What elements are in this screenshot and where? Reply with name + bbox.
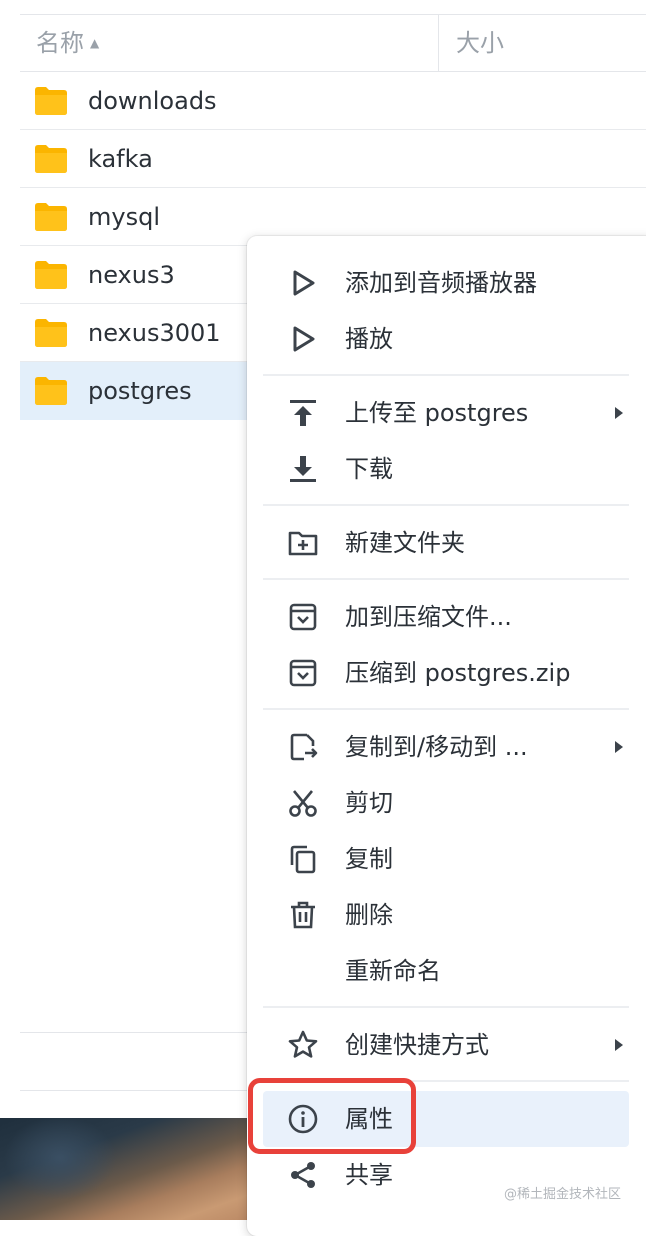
trash-icon — [291, 901, 315, 929]
menu-separator — [263, 708, 629, 710]
upload-icon — [290, 400, 316, 426]
file-name: nexus3 — [88, 261, 175, 289]
menu-item-label: 下载 — [345, 455, 393, 483]
play-icon — [293, 270, 315, 296]
menu-item-label: 新建文件夹 — [345, 529, 465, 557]
menu-item-copy-move-to[interactable]: 复制到/移动到 ... — [263, 719, 629, 775]
download-icon — [290, 456, 316, 482]
desktop-wallpaper — [0, 1118, 260, 1220]
menu-item-add-to-audio-player[interactable]: 添加到音频播放器 — [263, 255, 629, 311]
file-list-header: 名称 ▲ 大小 — [20, 14, 646, 72]
column-name-label: 名称 — [36, 29, 84, 57]
file-row-downloads[interactable]: downloads — [20, 72, 646, 130]
menu-item-label: 添加到音频播放器 — [345, 269, 537, 297]
menu-item-add-to-archive[interactable]: 加到压缩文件... — [263, 589, 629, 645]
menu-separator — [263, 374, 629, 376]
archive-icon — [289, 659, 317, 687]
folder-icon — [35, 203, 67, 231]
menu-item-label: 上传至 postgres — [345, 399, 529, 427]
menu-item-cut[interactable]: 剪切 — [263, 775, 629, 831]
watermark: @稀土掘金技术社区 — [504, 1187, 622, 1202]
folder-icon — [35, 87, 67, 115]
menu-item-create-shortcut[interactable]: 创建快捷方式 — [263, 1017, 629, 1073]
menu-item-delete[interactable]: 删除 — [263, 887, 629, 943]
menu-item-label: 播放 — [345, 325, 393, 353]
chevron-right-icon — [615, 407, 623, 419]
menu-item-play[interactable]: 播放 — [263, 311, 629, 367]
new-folder-icon — [288, 531, 318, 556]
menu-item-compress-to-zip[interactable]: 压缩到 postgres.zip — [263, 645, 629, 701]
copy-icon — [290, 845, 316, 874]
folder-icon — [35, 145, 67, 173]
chevron-right-icon — [615, 741, 623, 753]
divider — [20, 1090, 260, 1091]
play-icon — [293, 326, 315, 352]
menu-item-label: 剪切 — [345, 789, 393, 817]
file-name: kafka — [88, 145, 153, 173]
copy-move-icon — [290, 733, 318, 761]
star-icon — [288, 1030, 318, 1058]
file-row-kafka[interactable]: kafka — [20, 130, 646, 188]
menu-item-label: 共享 — [345, 1161, 393, 1189]
share-icon — [291, 1162, 315, 1188]
menu-item-label: 删除 — [345, 901, 393, 929]
menu-item-label: 复制到/移动到 ... — [345, 733, 528, 761]
chevron-right-icon — [615, 1039, 623, 1051]
menu-item-download[interactable]: 下载 — [263, 441, 629, 497]
menu-item-label: 压缩到 postgres.zip — [345, 659, 571, 687]
file-name: mysql — [88, 203, 160, 231]
folder-icon — [35, 261, 67, 289]
file-name: downloads — [88, 87, 217, 115]
archive-icon — [289, 603, 317, 631]
menu-item-new-folder[interactable]: 新建文件夹 — [263, 515, 629, 571]
column-size-label: 大小 — [456, 29, 504, 57]
menu-separator — [263, 504, 629, 506]
menu-item-label: 加到压缩文件... — [345, 603, 512, 631]
menu-item-upload-to[interactable]: 上传至 postgres — [263, 385, 629, 441]
sort-ascending-icon: ▲ — [90, 36, 100, 50]
folder-icon — [35, 377, 67, 405]
menu-item-copy[interactable]: 复制 — [263, 831, 629, 887]
menu-item-label: 重新命名 — [345, 957, 441, 985]
menu-separator — [263, 578, 629, 580]
column-divider[interactable] — [438, 15, 439, 71]
menu-item-label: 复制 — [345, 845, 393, 873]
menu-separator — [263, 1006, 629, 1008]
annotation-highlight-box — [248, 1078, 416, 1154]
scissors-icon — [289, 790, 317, 817]
divider — [20, 1032, 260, 1033]
file-name: postgres — [88, 377, 192, 405]
menu-item-rename[interactable]: 重新命名 — [263, 943, 629, 999]
folder-icon — [35, 319, 67, 347]
menu-item-label: 创建快捷方式 — [345, 1031, 489, 1059]
column-name-header[interactable]: 名称 ▲ — [36, 15, 99, 71]
column-size-header[interactable]: 大小 — [456, 15, 504, 71]
file-name: nexus3001 — [88, 319, 221, 347]
